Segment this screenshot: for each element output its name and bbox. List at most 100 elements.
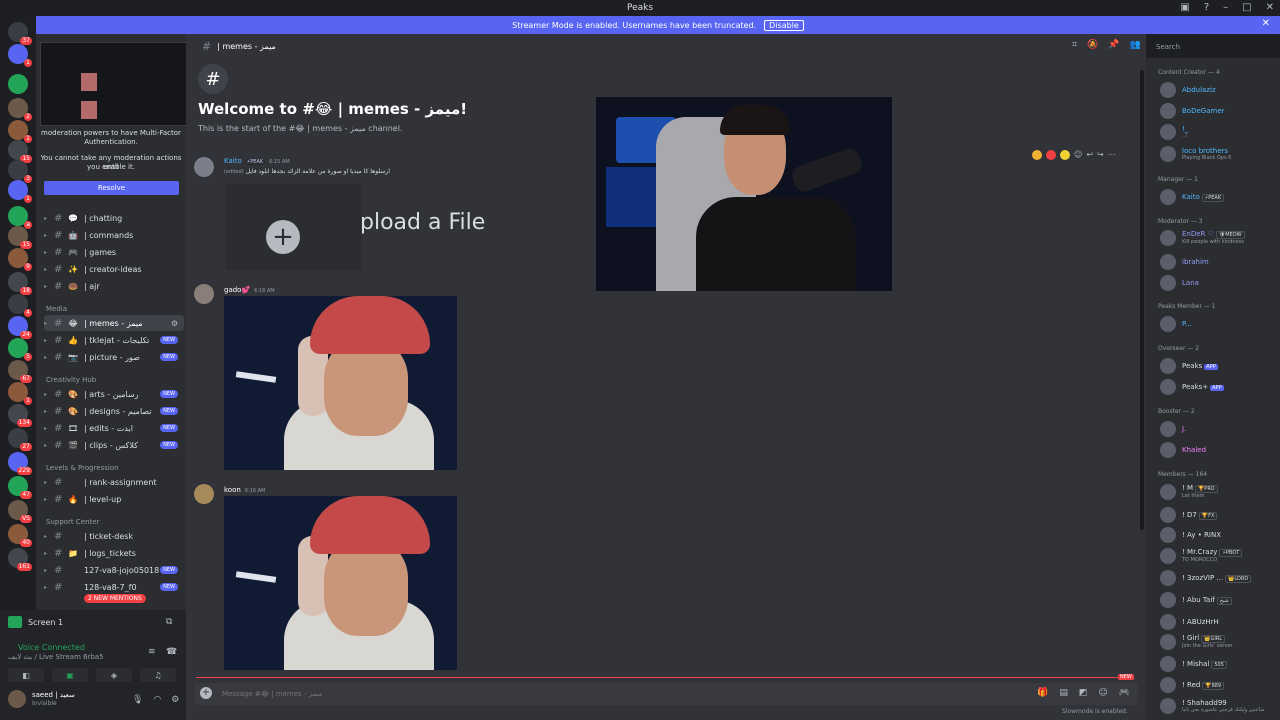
share-screen-button[interactable]: ▣ <box>52 668 88 682</box>
add-reaction-icon[interactable]: ☺ <box>1074 150 1082 160</box>
soundboard-button[interactable]: ♫ <box>140 668 176 682</box>
server-icon[interactable]: 161 <box>8 548 32 571</box>
channel-item[interactable]: ▸ # 🎬 | clips - كلاكس NEW <box>44 437 184 453</box>
disable-streamer-mode-button[interactable]: Disable <box>764 19 804 31</box>
server-icon[interactable]: 67 <box>8 360 32 383</box>
inbox-icon[interactable]: ▣ <box>1180 2 1189 13</box>
channel-item[interactable]: ▸ # 🔥 | level-up <box>44 491 184 507</box>
channel-item[interactable]: ▸ # 📁 | logs_tickets <box>44 545 184 561</box>
member-item[interactable]: loco brothers Playing Black Ops 6 <box>1160 146 1231 162</box>
server-icon[interactable]: 1 <box>8 382 32 405</box>
member-item[interactable]: EnDeR ♡ 🛡MEOW Kill people with kindness <box>1160 230 1245 246</box>
meme-image[interactable] <box>224 296 457 470</box>
stop-screen-icon[interactable]: ⧉ <box>166 617 172 627</box>
avatar[interactable] <box>194 157 214 177</box>
member-item[interactable]: P... <box>1160 316 1192 332</box>
channel-item[interactable]: ▸ # 🎞 | edits - ايدت NEW <box>44 420 184 436</box>
member-item[interactable]: Lana <box>1160 275 1199 291</box>
reply-icon[interactable]: ↩ <box>1086 150 1093 160</box>
member-item[interactable]: Peaks APP <box>1160 358 1218 374</box>
server-icon[interactable]: 4 <box>8 294 32 317</box>
emoji-icon[interactable]: ☺ <box>1098 688 1107 698</box>
chat-scrollbar[interactable] <box>1140 70 1144 530</box>
help-icon[interactable]: ? <box>1204 2 1209 13</box>
message-author[interactable]: Kaito <box>224 157 242 165</box>
server-icon[interactable]: 5 <box>8 338 32 361</box>
channel-item[interactable]: ▸ # 💬 | chatting <box>44 210 184 226</box>
minimize-icon[interactable]: – <box>1223 2 1228 13</box>
notification-icon[interactable]: 🔕 <box>1087 40 1098 50</box>
channel-item[interactable]: ▸ #127-va8-jojo05018 NEW <box>44 562 184 578</box>
member-item[interactable]: ibrahim <box>1160 254 1209 270</box>
activities-button[interactable]: ◈ <box>96 668 132 682</box>
member-item[interactable]: Kaito ⚡PEAK <box>1160 189 1225 205</box>
server-icon[interactable]: 40 <box>8 524 32 547</box>
member-item[interactable]: Peaks+ APP <box>1160 379 1224 395</box>
maximize-icon[interactable]: □ <box>1242 2 1251 13</box>
headphones-icon[interactable]: ◠ <box>153 695 161 705</box>
channel-item[interactable]: ▸ # 👍 | tklejat - تكليجات NEW <box>44 332 184 348</box>
new-mentions-badge[interactable]: 2 NEW MENTIONS <box>84 594 146 603</box>
member-item[interactable]: ! Ay • RINX <box>1160 527 1221 543</box>
search-input[interactable]: Search <box>1152 40 1272 54</box>
server-icon[interactable] <box>8 74 28 94</box>
threads-icon[interactable]: ⌗ <box>1072 40 1077 50</box>
member-item[interactable]: ! M 🏆PRO Let them <box>1160 484 1218 500</box>
stream-overlay-video[interactable] <box>596 97 892 291</box>
server-icon[interactable]: VS <box>8 500 32 523</box>
member-item[interactable]: ! Red 🏆889 <box>1160 677 1225 693</box>
pin-icon[interactable]: 📌 <box>1108 40 1119 50</box>
microphone-icon[interactable]: 🎙 <box>132 695 143 705</box>
member-item[interactable]: ! 3zozVIP ... 👑LORD <box>1160 570 1252 586</box>
server-icon[interactable]: 37 <box>8 22 32 45</box>
server-icon[interactable]: 134 <box>8 404 32 427</box>
avatar[interactable] <box>194 484 214 504</box>
server-icon[interactable]: 229 <box>8 452 32 475</box>
channel-item[interactable]: ▸ # 📷 | picture - صور NEW <box>44 349 184 365</box>
server-icon[interactable]: 3 <box>8 160 32 183</box>
upload-image[interactable]: + pload a File <box>226 184 498 270</box>
message-input[interactable] <box>222 686 822 702</box>
channel-item[interactable]: ▸ # 🎨 | arts - رسامين NEW <box>44 386 184 402</box>
member-item[interactable]: ! D7 🏆FX <box>1160 507 1218 523</box>
member-item[interactable]: Abdulaziz <box>1160 82 1216 98</box>
reaction-emoji[interactable] <box>1032 150 1042 160</box>
channel-item[interactable]: ▸ # 😂 | memes - ميمز ⚙ <box>44 315 184 331</box>
meme-image[interactable] <box>224 496 457 670</box>
stream-preview-thumbnail[interactable] <box>40 42 190 126</box>
member-item[interactable]: ! Shahadd99 ساعتين وليلتك فرحتي عاشوره نح… <box>1160 698 1264 714</box>
server-icon[interactable]: 47 <box>8 476 32 499</box>
member-item[interactable]: ! Mr.Crazy ⚡PBOT TO MOROCCO <box>1160 548 1243 564</box>
server-icon[interactable]: 2 <box>8 98 32 121</box>
reaction-emoji[interactable] <box>1046 150 1056 160</box>
message-author[interactable]: gado💕 <box>224 286 250 294</box>
more-icon[interactable]: ⋯ <box>1108 150 1116 160</box>
server-icon[interactable]: 1 <box>8 180 32 203</box>
server-icon[interactable]: 15 <box>8 140 32 163</box>
member-item[interactable]: J. <box>1160 421 1186 437</box>
apps-icon[interactable]: 🎮 <box>1119 688 1130 698</box>
channel-item[interactable]: ▸ # 🎨 | designs - تصاميم NEW <box>44 403 184 419</box>
gif-icon[interactable]: ▤ <box>1059 688 1068 698</box>
server-icon[interactable]: 1 <box>8 120 32 143</box>
server-icon[interactable]: 24 <box>8 316 32 339</box>
gift-icon[interactable]: 🎁 <box>1037 688 1048 698</box>
channel-item[interactable]: ▸ #128-va8-7_f0 NEW <box>44 579 184 595</box>
resolve-button[interactable]: Resolve <box>44 181 179 195</box>
avatar[interactable] <box>194 284 214 304</box>
settings-gear-icon[interactable]: ⚙ <box>171 319 178 328</box>
gear-icon[interactable]: ⚙ <box>171 695 179 705</box>
reaction-emoji[interactable] <box>1060 150 1070 160</box>
user-panel[interactable]: saeed | سعيد Invisible <box>8 690 75 708</box>
category-label[interactable]: Creativity Hub <box>46 376 96 384</box>
member-item[interactable]: ! Abu Taif شيخ <box>1160 592 1232 608</box>
voice-status[interactable]: Voice Connected <box>18 643 85 652</box>
server-icon[interactable]: 15 <box>8 226 32 249</box>
member-list-icon[interactable]: 👥 <box>1130 40 1141 50</box>
channel-item[interactable]: ▸ # ✨ | creator-ideas <box>44 261 184 277</box>
member-item[interactable]: Khaled <box>1160 442 1206 458</box>
sticker-icon[interactable]: ◩ <box>1079 688 1088 698</box>
server-icon[interactable]: 1 <box>8 44 32 67</box>
member-item[interactable]: !_..! <box>1160 124 1188 140</box>
server-icon[interactable]: 18 <box>8 272 32 295</box>
